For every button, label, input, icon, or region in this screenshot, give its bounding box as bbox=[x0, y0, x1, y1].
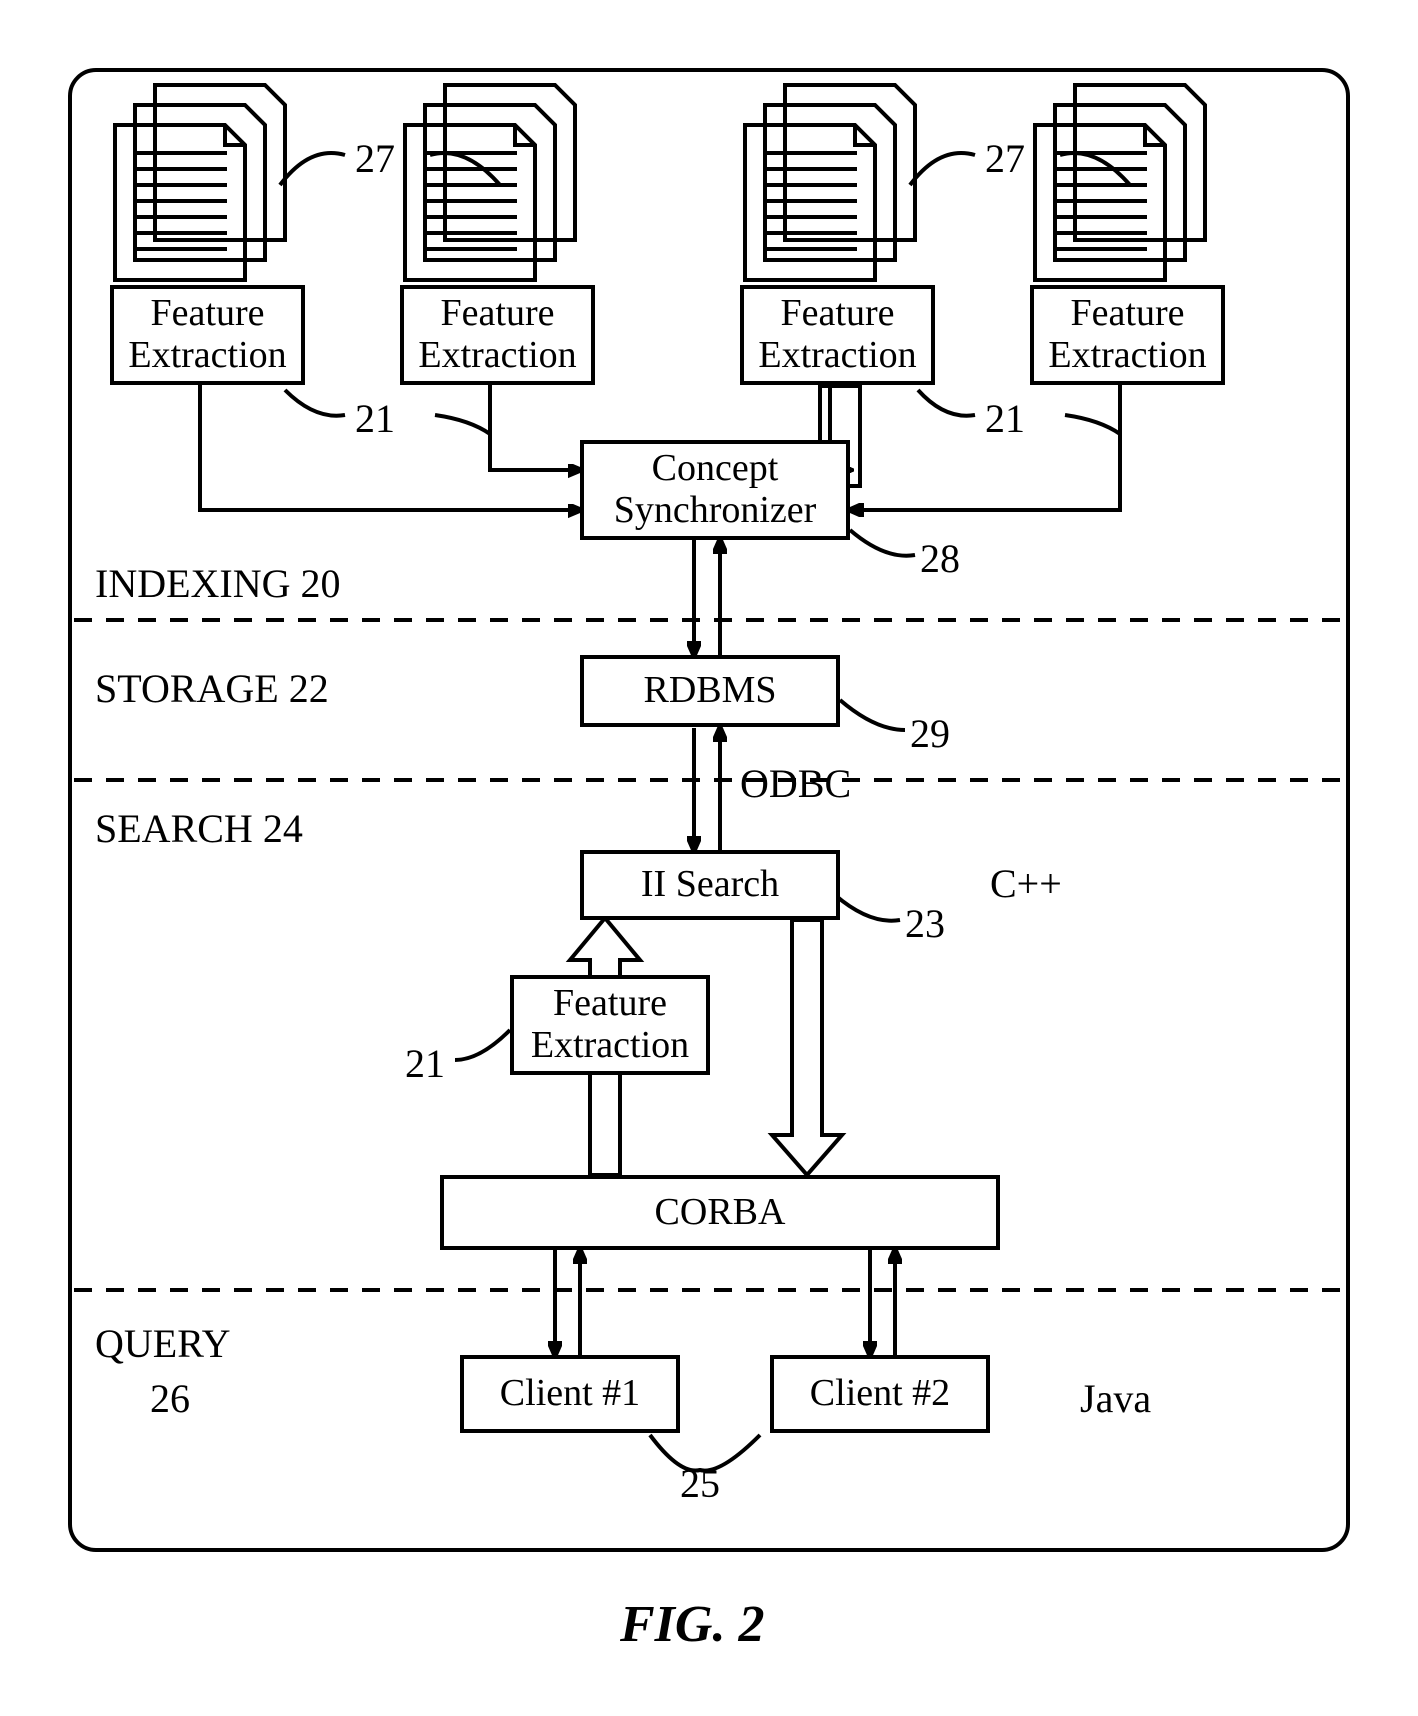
feature-extraction-1: Feature Extraction bbox=[110, 285, 305, 385]
rdbms: RDBMS bbox=[580, 655, 840, 727]
odbc-label: ODBC bbox=[740, 760, 851, 807]
section-query-label: QUERY bbox=[95, 1320, 231, 1367]
ref-23: 23 bbox=[905, 900, 945, 947]
client-2: Client #2 bbox=[770, 1355, 990, 1433]
ii-search: II Search bbox=[580, 850, 840, 920]
section-storage-label: STORAGE 22 bbox=[95, 665, 329, 712]
concept-synchronizer: Concept Synchronizer bbox=[580, 440, 850, 540]
cpp-label: C++ bbox=[990, 860, 1062, 907]
section-query-num: 26 bbox=[150, 1375, 190, 1422]
ref-21-c: 21 bbox=[405, 1040, 445, 1087]
ref-28: 28 bbox=[920, 535, 960, 582]
figure-caption: FIG. 2 bbox=[620, 1595, 764, 1654]
ref-29: 29 bbox=[910, 710, 950, 757]
java-label: Java bbox=[1080, 1375, 1151, 1422]
ref-25: 25 bbox=[680, 1460, 720, 1507]
section-search-label: SEARCH 24 bbox=[95, 805, 303, 852]
ref-27-b: 27 bbox=[985, 135, 1025, 182]
feature-extraction-search: Feature Extraction bbox=[510, 975, 710, 1075]
feature-extraction-4: Feature Extraction bbox=[1030, 285, 1225, 385]
client-1: Client #1 bbox=[460, 1355, 680, 1433]
ref-21-a: 21 bbox=[355, 395, 395, 442]
corba: CORBA bbox=[440, 1175, 1000, 1250]
feature-extraction-3: Feature Extraction bbox=[740, 285, 935, 385]
feature-extraction-2: Feature Extraction bbox=[400, 285, 595, 385]
ref-21-b: 21 bbox=[985, 395, 1025, 442]
section-indexing-label: INDEXING 20 bbox=[95, 560, 341, 607]
ref-27-a: 27 bbox=[355, 135, 395, 182]
